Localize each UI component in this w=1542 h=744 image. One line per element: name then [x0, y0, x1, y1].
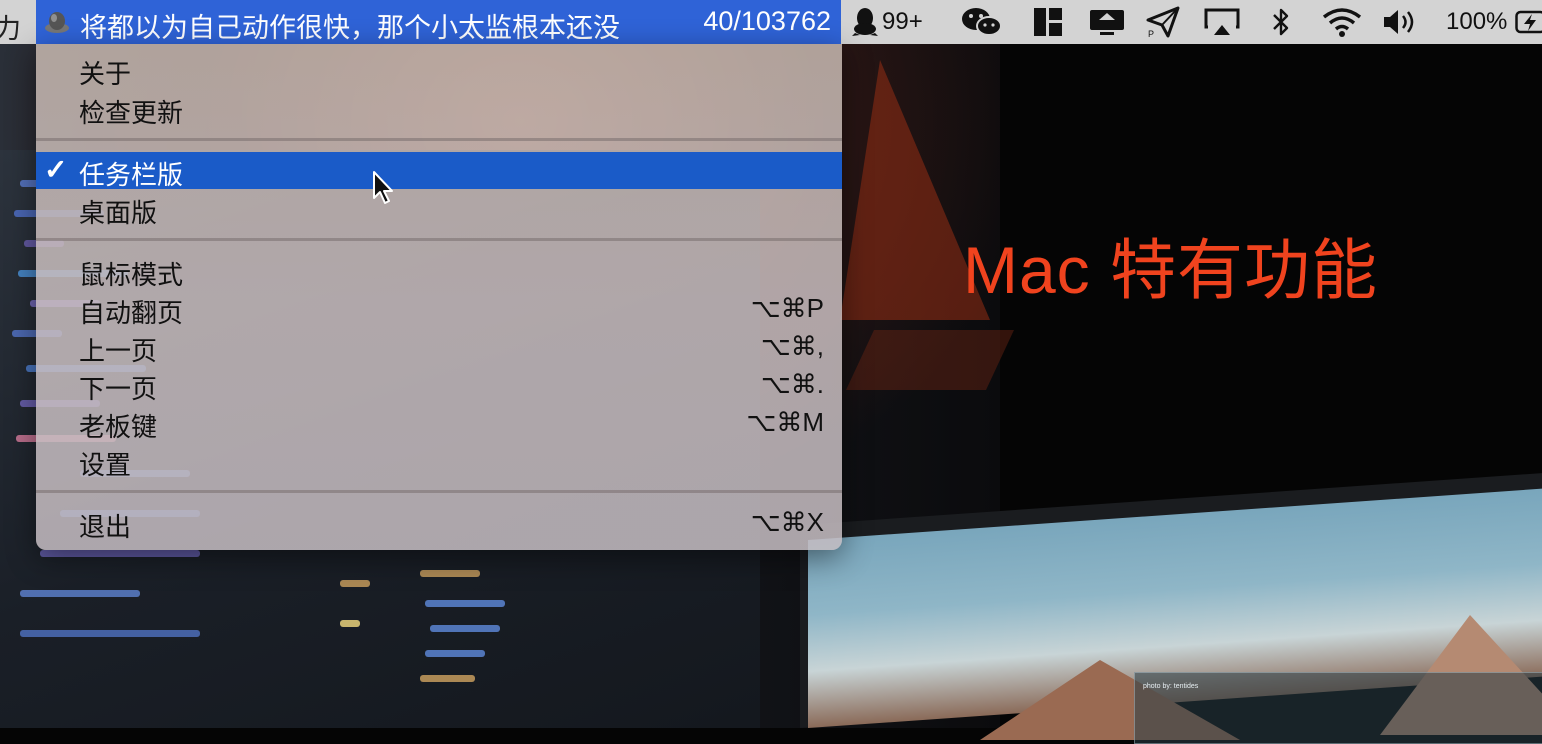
- page-counter: 40/103762: [703, 6, 831, 36]
- screen-share-icon: [1090, 10, 1124, 35]
- menu-item-label: 老板键: [79, 412, 158, 442]
- window-layout-tray-item[interactable]: [1033, 0, 1063, 44]
- battery-tray-item[interactable]: 100%: [1446, 0, 1542, 44]
- menu-item-desktop-mode[interactable]: 桌面版: [36, 190, 842, 228]
- battery-icon: [1515, 10, 1542, 34]
- checkmark-icon: ✓: [44, 154, 68, 185]
- promo-caption: Mac 特有功能: [963, 233, 1379, 307]
- menu-item-label: 上一页: [79, 336, 158, 366]
- menubar-edge-glyph: 力: [0, 14, 21, 44]
- volume-icon: [1384, 10, 1414, 34]
- menu-item-mouse-mode[interactable]: 鼠标模式: [36, 252, 842, 290]
- menu-item-shortcut: ⌥⌘,: [760, 331, 824, 361]
- wechat-icon: [962, 8, 1002, 36]
- menu-item-boss-key[interactable]: 老板键 ⌥⌘M: [36, 404, 842, 442]
- bluetooth-icon: [1273, 8, 1289, 36]
- wechat-tray-item[interactable]: [961, 0, 1003, 44]
- menu-item-label: 下一页: [79, 374, 158, 404]
- menu-item-shortcut: ⌥⌘M: [746, 407, 824, 437]
- bluetooth-tray-item[interactable]: [1270, 0, 1292, 44]
- menu-item-label: 任务栏版: [79, 160, 184, 190]
- volume-tray-item[interactable]: [1382, 0, 1420, 44]
- menu-item-label: 关于: [79, 59, 132, 89]
- menu-separator: [36, 238, 842, 241]
- menu-item-shortcut: ⌥⌘X: [750, 507, 824, 537]
- menu-bar: 力 将都以为自己动作很快，那个小太监根本还没 40/103762 99+ P 1…: [0, 0, 1542, 44]
- menu-separator: [36, 138, 842, 141]
- menu-item-label: 鼠标模式: [79, 260, 184, 290]
- window-layout-icon: [1034, 8, 1062, 36]
- lamp-light: [846, 330, 1014, 390]
- menu-item-label: 退出: [79, 512, 132, 542]
- wifi-tray-item[interactable]: [1321, 0, 1363, 44]
- menu-item-label: 自动翻页: [79, 298, 184, 328]
- menu-item-next-page[interactable]: 下一页 ⌥⌘.: [36, 366, 842, 404]
- menu-item-settings[interactable]: 设置: [36, 442, 842, 480]
- status-item-menu: 关于 检查更新 ✓ 任务栏版 桌面版 鼠标模式 自动翻页 ⌥⌘P 上一页 ⌥⌘,…: [36, 44, 842, 550]
- reader-status-item[interactable]: 将都以为自己动作很快，那个小太监根本还没 40/103762: [36, 0, 841, 44]
- menu-item-label: 桌面版: [79, 198, 158, 228]
- menu-item-about[interactable]: 关于: [36, 51, 842, 89]
- qq-badge: 99+: [882, 8, 923, 35]
- app-hat-icon: [45, 12, 69, 33]
- wifi-icon: [1322, 8, 1362, 37]
- svg-text:P: P: [1148, 29, 1154, 38]
- menu-separator: [36, 490, 842, 493]
- menu-item-auto-page[interactable]: 自动翻页 ⌥⌘P: [36, 290, 842, 328]
- screen-share-tray-item[interactable]: [1088, 0, 1126, 44]
- airplay-icon: [1204, 8, 1240, 35]
- battery-percent: 100%: [1446, 8, 1508, 35]
- menu-item-label: 检查更新: [79, 98, 184, 128]
- airplay-tray-item[interactable]: [1204, 0, 1240, 44]
- status-item-text: 将都以为自己动作很快，那个小太监根本还没: [80, 13, 620, 43]
- menu-item-shortcut: ⌥⌘P: [750, 293, 824, 323]
- paper-plane-icon: P: [1146, 6, 1180, 38]
- mouse-pointer-icon: [373, 171, 393, 204]
- photo-card: photo by: tentides: [1134, 672, 1542, 744]
- paper-plane-tray-item[interactable]: P: [1146, 0, 1180, 44]
- qq-tray-item[interactable]: 99+: [852, 0, 923, 44]
- photo-credit: photo by: tentides: [1143, 683, 1199, 690]
- qq-icon: [852, 8, 878, 36]
- menu-item-check-updates[interactable]: 检查更新: [36, 90, 842, 128]
- menu-item-label: 设置: [79, 450, 132, 480]
- menu-item-previous-page[interactable]: 上一页 ⌥⌘,: [36, 328, 842, 366]
- menu-item-taskbar-mode[interactable]: ✓ 任务栏版: [36, 152, 842, 190]
- menu-item-shortcut: ⌥⌘.: [760, 369, 824, 399]
- menu-item-quit[interactable]: 退出 ⌥⌘X: [36, 504, 842, 542]
